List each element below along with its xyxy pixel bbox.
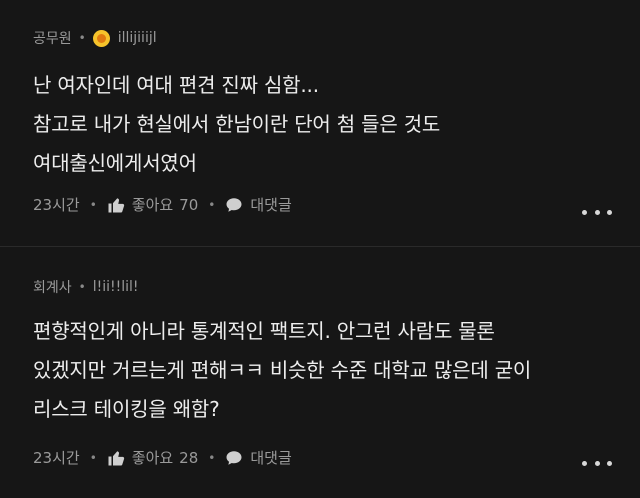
more-dot-icon bbox=[607, 209, 612, 215]
more-options-button[interactable] bbox=[582, 457, 612, 469]
comment-item: 공무원 • illijiiijl 난 여자인데 여대 편견 진짜 심함... 참… bbox=[0, 0, 640, 246]
separator-dot: • bbox=[89, 197, 97, 212]
author-job[interactable]: 공무원 bbox=[33, 28, 72, 48]
separator-dot: • bbox=[78, 31, 86, 45]
comment-line: 참고로 내가 현실에서 한남이란 단어 첨 들은 것도 bbox=[33, 112, 441, 136]
comment-meta: 23시간 • 좋아요 70 • 대댓글 bbox=[33, 194, 292, 215]
more-dot-icon bbox=[594, 460, 600, 466]
more-dot-icon bbox=[582, 209, 587, 215]
like-label: 좋아요 bbox=[131, 196, 174, 214]
comment-divider bbox=[0, 246, 640, 247]
more-options-button[interactable] bbox=[582, 206, 612, 218]
comment-time: 23시간 bbox=[33, 449, 80, 467]
thumbs-up-icon bbox=[107, 449, 125, 467]
like-button[interactable]: 좋아요 70 bbox=[107, 194, 199, 215]
more-dot-icon bbox=[582, 460, 587, 466]
more-dot-icon bbox=[594, 209, 600, 215]
author-job[interactable]: 회계사 bbox=[33, 277, 72, 297]
separator-dot: • bbox=[89, 450, 97, 465]
more-dot-icon bbox=[607, 460, 612, 466]
comment-body: 난 여자인데 여대 편견 진짜 심함... 참고로 내가 현실에서 한남이란 단… bbox=[33, 66, 440, 183]
comment-line: 리스크 테이킹을 왜함? bbox=[33, 397, 220, 421]
comment-header: 공무원 • illijiiijl bbox=[33, 28, 157, 48]
separator-dot: • bbox=[78, 280, 86, 294]
like-button[interactable]: 좋아요 28 bbox=[107, 447, 199, 468]
like-count: 70 bbox=[179, 195, 199, 214]
separator-dot: • bbox=[208, 197, 216, 212]
author-nickname[interactable]: l!ii!!lil! bbox=[93, 279, 139, 295]
reply-label: 대댓글 bbox=[250, 196, 292, 214]
author-nickname[interactable]: illijiiijl bbox=[118, 30, 157, 46]
like-count: 28 bbox=[179, 448, 199, 467]
comment-time: 23시간 bbox=[33, 196, 80, 214]
comment-meta: 23시간 • 좋아요 28 • 대댓글 bbox=[33, 447, 292, 468]
comment-body: 편향적인게 아니라 통계적인 팩트지. 안그런 사람도 물론 있겠지만 거르는게… bbox=[33, 312, 531, 429]
comment-item: 회계사 • l!ii!!lil! 편향적인게 아니라 통계적인 팩트지. 안그런… bbox=[0, 260, 640, 498]
like-label: 좋아요 bbox=[131, 449, 174, 467]
separator-dot: • bbox=[208, 450, 216, 465]
reply-label: 대댓글 bbox=[250, 449, 292, 467]
reply-button[interactable]: 대댓글 bbox=[225, 447, 292, 468]
comment-line: 여대출신에게서였어 bbox=[33, 151, 197, 175]
comment-header: 회계사 • l!ii!!lil! bbox=[33, 277, 139, 297]
gold-badge-icon bbox=[92, 29, 110, 47]
comment-line: 편향적인게 아니라 통계적인 팩트지. 안그런 사람도 물론 bbox=[33, 319, 495, 343]
comment-line: 있겠지만 거르는게 편해ㅋㅋ 비슷한 수준 대학교 많은데 굳이 bbox=[33, 358, 532, 382]
reply-button[interactable]: 대댓글 bbox=[225, 194, 292, 215]
comment-line: 난 여자인데 여대 편견 진짜 심함... bbox=[33, 73, 319, 97]
speech-bubble-icon bbox=[225, 196, 243, 214]
speech-bubble-icon bbox=[225, 449, 243, 467]
thumbs-up-icon bbox=[107, 196, 125, 214]
